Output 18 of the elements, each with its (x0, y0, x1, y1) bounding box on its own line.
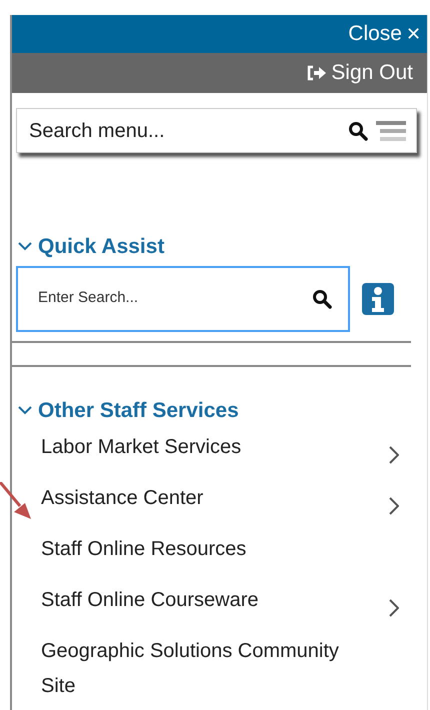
menu-item[interactable]: Staff Online Resources (12, 532, 427, 567)
close-button[interactable]: Close ✕ (342, 18, 427, 50)
menu-icon[interactable] (376, 120, 406, 142)
menu-search-bar[interactable]: Search menu... (16, 108, 417, 153)
menu-item[interactable]: Assistance Center (12, 481, 427, 516)
quick-search-bar[interactable]: Enter Search... (16, 266, 350, 332)
annotation-arrow (0, 482, 34, 522)
menu-item[interactable]: Geographic Solutions Community Site (12, 634, 427, 704)
section-header[interactable]: Other Staff Services (12, 394, 239, 426)
section-header[interactable]: Quick Assist (12, 231, 164, 262)
search-icon[interactable] (312, 288, 332, 308)
info-icon[interactable] (362, 282, 394, 314)
chevron-down-icon (18, 242, 32, 252)
search-icon[interactable] (348, 120, 368, 140)
menu-item[interactable]: Staff Online Courseware (12, 583, 427, 618)
chevron-down-icon (18, 406, 32, 415)
menu-item[interactable]: Labor Market Services (12, 430, 427, 465)
sign-out-icon (307, 65, 328, 81)
